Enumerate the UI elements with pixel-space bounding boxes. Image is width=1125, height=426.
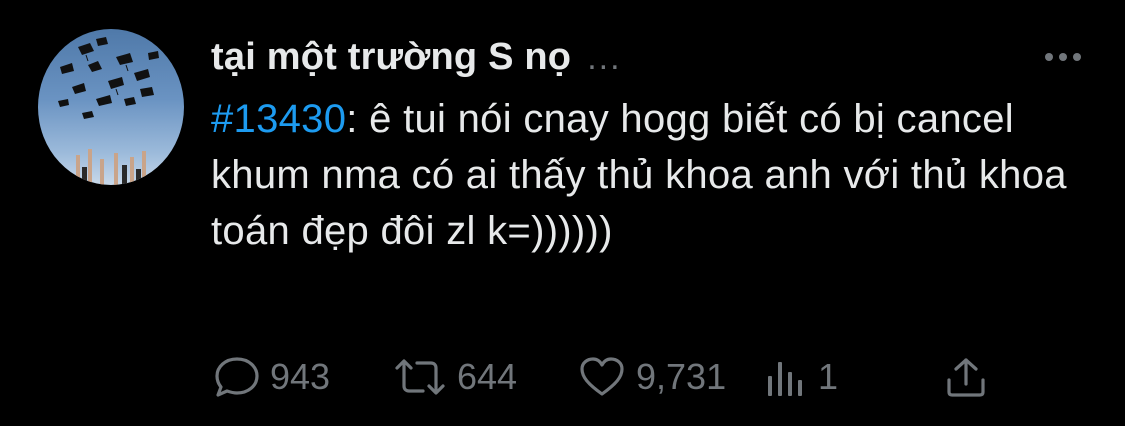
- graduation-caps-image: [58, 37, 159, 185]
- avatar[interactable]: [38, 29, 184, 185]
- like-count: 9,731: [636, 356, 727, 397]
- share-icon: [944, 356, 988, 398]
- action-bar: 943 644 9,731 1: [0, 354, 1125, 400]
- analytics-button[interactable]: 1: [764, 354, 838, 400]
- reply-button[interactable]: 943: [214, 354, 330, 400]
- analytics-icon: [764, 356, 808, 398]
- reply-icon: [214, 356, 260, 398]
- retweet-icon: [393, 356, 447, 398]
- tweet-text: #13430: ê tui nói cnay hogg biết có bị c…: [211, 91, 1071, 259]
- more-options-button[interactable]: [1040, 44, 1086, 70]
- retweet-count: 644: [457, 356, 518, 397]
- like-button[interactable]: 9,731: [578, 354, 726, 400]
- retweet-button[interactable]: 644: [393, 354, 517, 400]
- tweet[interactable]: tại một trường S nọ ... #13430: ê tui nó…: [0, 0, 1125, 426]
- analytics-count: 1: [818, 356, 839, 397]
- name-truncation-ellipsis: ...: [587, 39, 622, 77]
- display-name[interactable]: tại một trường S nọ: [211, 36, 571, 79]
- reply-count: 943: [270, 356, 331, 397]
- hashtag-link[interactable]: #13430: [211, 97, 346, 141]
- heart-icon: [578, 356, 626, 398]
- more-icon: [1045, 53, 1081, 61]
- share-button[interactable]: [944, 354, 988, 400]
- tweet-header: tại một trường S nọ ...: [211, 36, 622, 79]
